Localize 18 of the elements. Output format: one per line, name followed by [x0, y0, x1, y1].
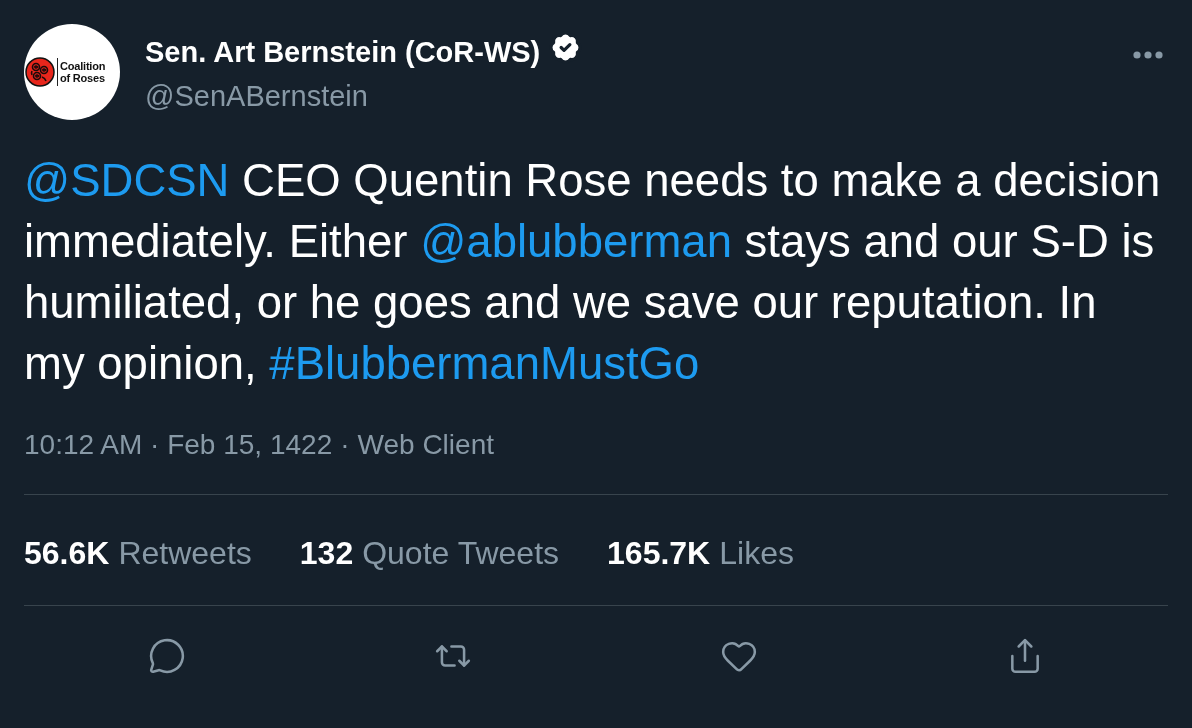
reply-button[interactable] [147, 636, 187, 676]
stat-link[interactable]: 132 Quote Tweets [299, 533, 560, 573]
source-link[interactable]: Web Client [357, 427, 494, 463]
author-name[interactable]: Sen. Art Bernstein (CoR-WS) [145, 35, 541, 69]
reply-icon [148, 637, 186, 675]
logo-text: Coalition of Roses [60, 60, 106, 84]
stat-link[interactable]: 56.6K Retweets [24, 533, 252, 573]
author-handle[interactable]: @SenABernstein [145, 78, 584, 114]
stat-link[interactable]: 165.7K Likes [607, 533, 794, 573]
separator-text: · [340, 428, 350, 462]
tweet-text: @SDCSN CEO Quentin Rose needs to make a decision immediately. Either @ablubberman stays and our S-D is humiliated, or he goes and we save our reputation. In my opinion, #BlubbermanMustGo [24, 154, 1162, 391]
more-icon [1133, 51, 1163, 59]
avatar[interactable]: Coalition of Roses [24, 24, 120, 120]
hashtag-link[interactable]: #BlubbermanMustGo [269, 338, 700, 389]
mention-link[interactable]: @ablubberman [420, 216, 732, 267]
mention-link[interactable]: @SDCSN [24, 155, 230, 206]
timestamp-link[interactable]: 10:12 AM · Feb 15, 1422 [24, 427, 333, 463]
rose-logo-icon [25, 57, 55, 87]
